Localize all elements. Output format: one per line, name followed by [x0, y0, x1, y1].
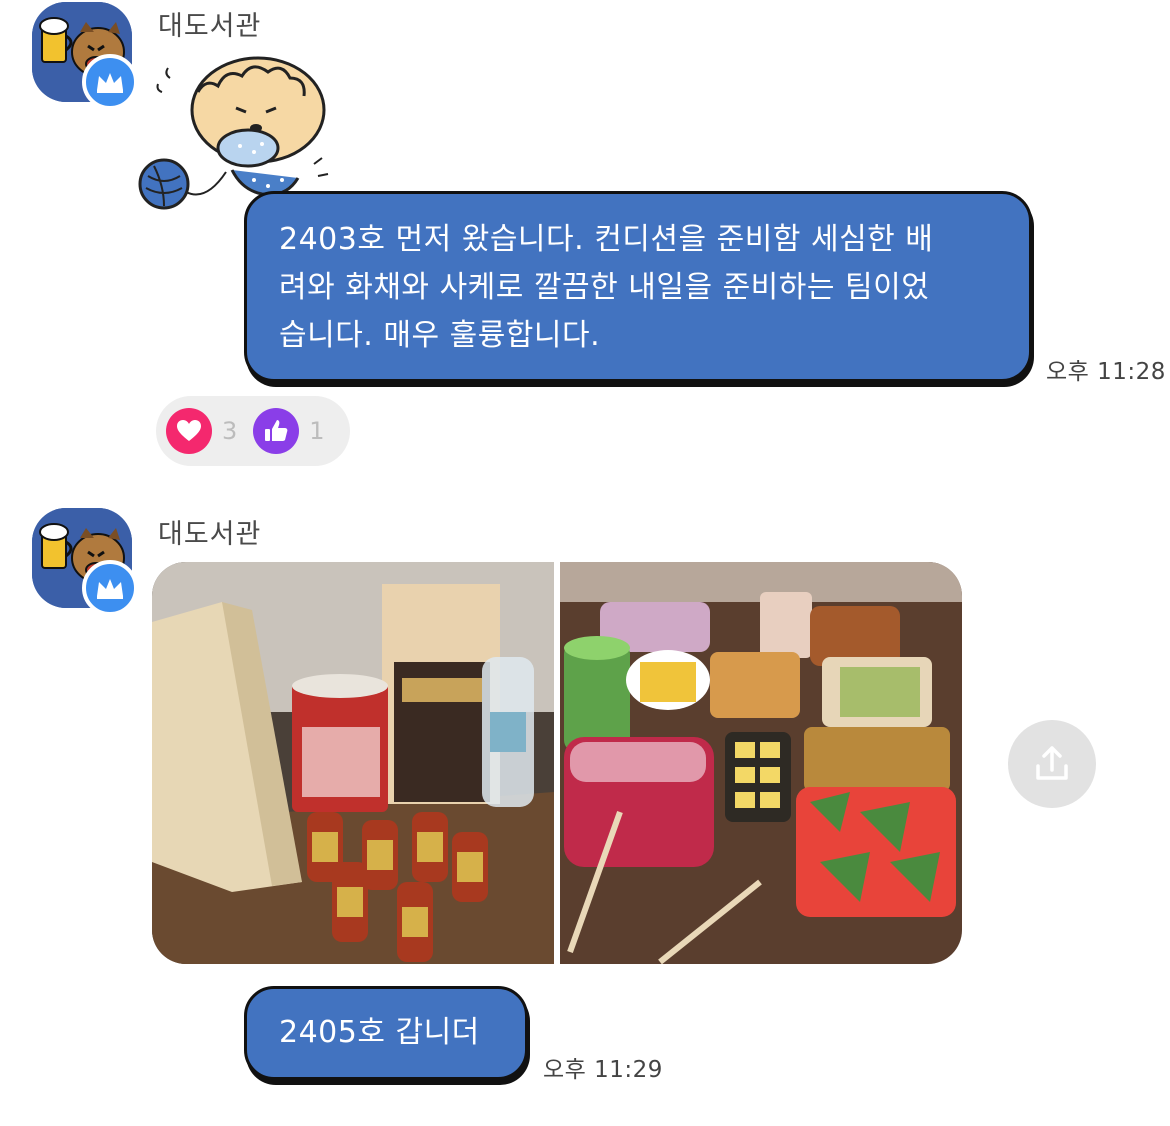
photo-grid[interactable] — [152, 562, 962, 964]
message-text: 2405호 갑니더 — [279, 1015, 480, 1050]
heart-count: 3 — [222, 417, 238, 445]
share-icon — [1036, 746, 1068, 780]
heart-icon[interactable] — [166, 408, 212, 454]
avatar[interactable] — [32, 2, 138, 110]
message-text-line: 2403호 먼저 왔습니다. 컨디션을 준비함 세심한 배 — [279, 222, 934, 257]
message-bubble[interactable]: 2405호 갑니더 — [244, 986, 528, 1080]
thumbs-up-count: 1 — [309, 417, 325, 445]
sender-name: 대도서관 — [158, 519, 262, 550]
message-text-line: 려와 화채와 사케로 깔끔한 내일을 준비하는 팀이었 — [279, 270, 930, 305]
thumbs-up-icon[interactable] — [253, 408, 300, 454]
reaction-bar[interactable]: 3 1 — [156, 396, 350, 466]
avatar[interactable] — [32, 508, 138, 616]
share-button[interactable] — [1008, 720, 1096, 808]
message-time: 오후 11:29 — [543, 1057, 663, 1083]
crown-icon — [82, 560, 138, 616]
snack-table-photo[interactable] — [560, 562, 962, 964]
message-text-line: 습니다. 매우 훌륭합니다. — [279, 318, 601, 353]
sake-and-drinks-photo[interactable] — [152, 562, 554, 964]
sender-name: 대도서관 — [158, 11, 262, 42]
crown-icon — [82, 54, 138, 110]
message-bubble[interactable]: 2403호 먼저 왔습니다. 컨디션을 준비함 세심한 배 려와 화채와 사케로… — [244, 191, 1032, 382]
message-time: 오후 11:28 — [1046, 359, 1166, 385]
